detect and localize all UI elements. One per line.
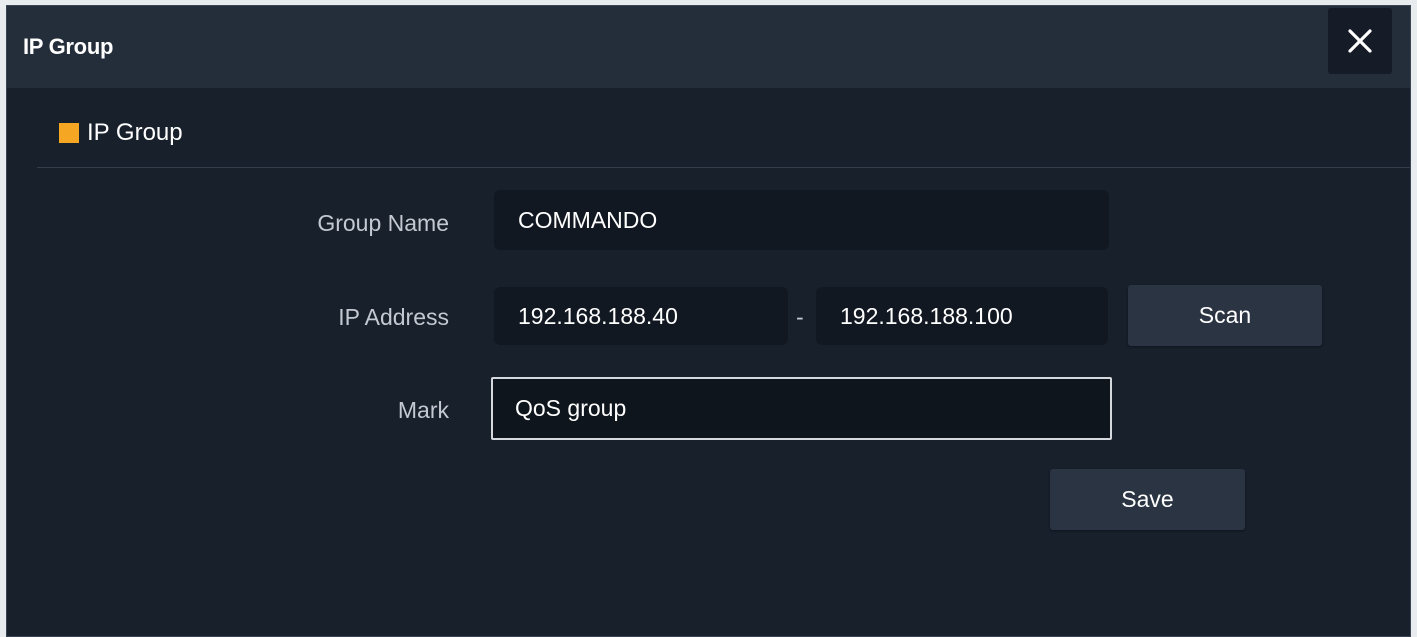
group-name-label: Group Name bbox=[317, 210, 449, 236]
ip-group-dialog: IP Group IP Group Group Name IP Address … bbox=[6, 5, 1411, 637]
ip-address-label: IP Address bbox=[338, 304, 449, 330]
group-name-input[interactable] bbox=[494, 190, 1109, 250]
mark-input[interactable] bbox=[491, 377, 1112, 440]
dialog-titlebar: IP Group bbox=[7, 6, 1410, 88]
close-button[interactable] bbox=[1328, 8, 1392, 74]
section-title: IP Group bbox=[87, 119, 183, 146]
close-icon bbox=[1348, 29, 1372, 53]
ip-end-input[interactable] bbox=[816, 287, 1108, 345]
ip-range-separator: - bbox=[796, 304, 804, 330]
save-button[interactable]: Save bbox=[1050, 469, 1245, 530]
ip-start-input[interactable] bbox=[494, 287, 788, 345]
section-marker-icon bbox=[59, 123, 79, 143]
dialog-title: IP Group bbox=[23, 34, 114, 59]
section-divider bbox=[37, 167, 1410, 168]
scan-button[interactable]: Scan bbox=[1128, 285, 1322, 346]
section-header: IP Group bbox=[59, 119, 183, 147]
mark-label: Mark bbox=[397, 397, 449, 423]
